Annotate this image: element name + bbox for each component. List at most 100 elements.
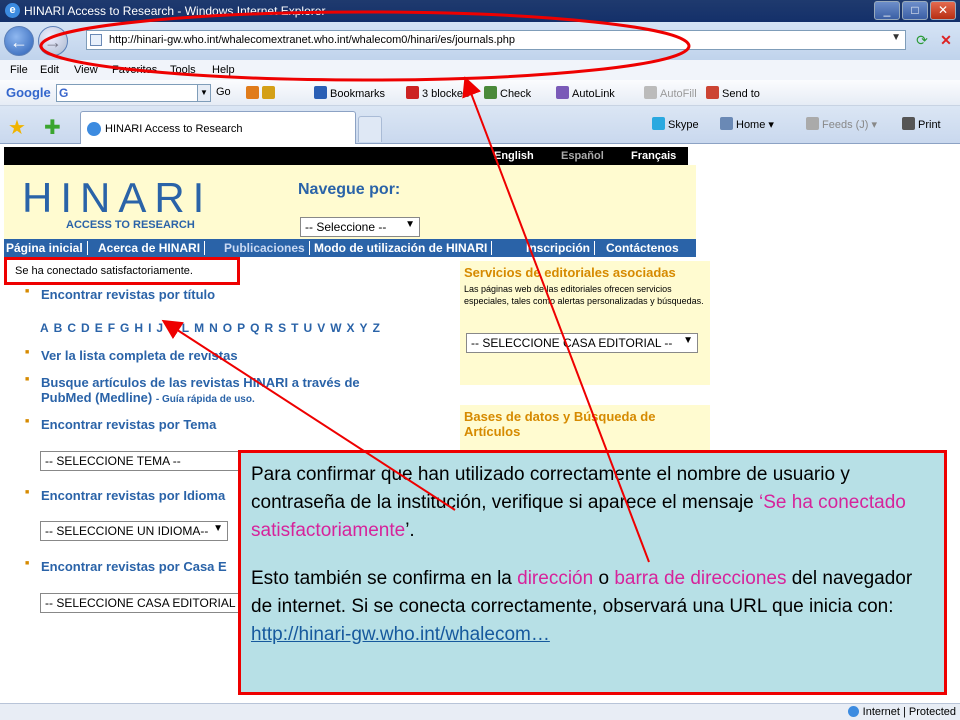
link-by-topic[interactable]: Encontrar revistas por Tema [25, 417, 216, 432]
maximize-button[interactable]: □ [902, 1, 928, 20]
nav-publicaciones[interactable]: Publicaciones [222, 241, 310, 255]
alphabet-letter-h[interactable]: H [134, 321, 145, 335]
alphabet-letter-g[interactable]: G [120, 321, 131, 335]
add-favorite-icon[interactable]: ✚ [44, 115, 61, 140]
alphabet-letter-y[interactable]: Y [360, 321, 370, 335]
nav-pagina-inicial[interactable]: Página inicial [4, 241, 88, 255]
forward-arrow-icon[interactable]: → [38, 26, 68, 56]
close-button[interactable]: ✕ [930, 1, 956, 20]
alphabet-letter-x[interactable]: X [347, 321, 357, 335]
alphabet-letter-q[interactable]: Q [250, 321, 261, 335]
send-to-button[interactable]: Send to [706, 86, 760, 100]
lang-espanol[interactable]: Español [561, 150, 604, 162]
alphabet-letter-i[interactable]: I [148, 321, 153, 335]
publisher-services-select[interactable]: -- SELECCIONE CASA EDITORIAL -- ▼ [466, 333, 698, 353]
google-search-input[interactable]: G [56, 84, 211, 102]
alphabet-letter-b[interactable]: B [54, 321, 65, 335]
navigation-bar: ← → http://hinari-gw.who.int/whalecomext… [0, 22, 960, 60]
pubmed-guide[interactable]: - Guía rápida de uso. [156, 394, 255, 405]
alphabet-letter-s[interactable]: S [278, 321, 288, 335]
alphabet-letter-r[interactable]: R [264, 321, 275, 335]
alphabet-letter-k[interactable]: K [168, 321, 179, 335]
alphabet-letter-u[interactable]: U [304, 321, 315, 335]
home-button[interactable]: Home ▾ [720, 117, 774, 131]
tab-hinari[interactable]: HINARI Access to Research [80, 111, 356, 144]
google-search-dropdown-icon[interactable]: ▼ [197, 84, 211, 102]
alphabet-letter-n[interactable]: N [209, 321, 220, 335]
link-full-list[interactable]: Ver la lista completa de revistas [25, 348, 238, 363]
annotation-link[interactable]: http://hinari-gw.who.int/whalecom… [251, 624, 550, 645]
alphabet-letter-w[interactable]: W [330, 321, 343, 335]
link-by-title[interactable]: Encontrar revistas por título [25, 287, 215, 302]
print-button[interactable]: Print [902, 117, 941, 131]
favorites-star-icon[interactable]: ★ [8, 115, 26, 140]
nav-acerca[interactable]: Acerca de HINARI [96, 241, 206, 255]
menu-bar: File Edit View Favorites Tools Help [0, 60, 960, 80]
nav-contactenos[interactable]: Contáctenos [604, 241, 683, 255]
alphabet-letter-c[interactable]: C [67, 321, 78, 335]
link-pubmed[interactable]: Busque artículos de las revistas HINARI … [25, 375, 360, 405]
alphabet-letter-e[interactable]: E [95, 321, 105, 335]
alphabet-letter-v[interactable]: V [317, 321, 327, 335]
publisher-select[interactable]: -- SELECCIONE CASA EDITORIAL [40, 593, 240, 613]
autofill-button[interactable]: AutoFill [644, 86, 697, 100]
refresh-icon[interactable]: ⟳ [912, 30, 932, 50]
alphabet-letter-d[interactable]: D [81, 321, 92, 335]
skype-button[interactable]: Skype [652, 117, 699, 131]
back-arrow-icon[interactable]: ← [4, 26, 34, 56]
alphabet-letter-j[interactable]: J [156, 321, 165, 335]
address-url[interactable]: http://hinari-gw.who.int/whalecomextrane… [109, 34, 515, 46]
alphabet-letter-p[interactable]: P [237, 321, 247, 335]
link-by-language[interactable]: Encontrar revistas por Idioma [25, 488, 225, 503]
new-tab-button[interactable] [358, 116, 382, 142]
alphabet-letter-f[interactable]: F [108, 321, 117, 335]
star-outline-icon [314, 86, 327, 99]
menu-file[interactable]: File [10, 64, 28, 76]
alphabet-letter-m[interactable]: M [194, 321, 206, 335]
language-select-value: -- SELECCIONE UN IDIOMA-- [45, 524, 209, 538]
login-success-notice: Se ha conectado satisfactoriamente. [4, 257, 240, 285]
chevron-down-icon: ▼ [213, 523, 223, 534]
lang-francais[interactable]: Français [631, 150, 676, 162]
address-dropdown-icon[interactable]: ▼ [891, 32, 901, 43]
toolbar-icons[interactable] [246, 86, 278, 100]
topic-select[interactable]: -- SELECCIONE TEMA -- [40, 451, 240, 471]
databases-title-line2: Artículos [464, 424, 521, 439]
alphabet-letter-o[interactable]: O [223, 321, 234, 335]
alphabet-letter-z[interactable]: Z [373, 321, 382, 335]
alphabet-letter-l[interactable]: L [182, 321, 191, 335]
menu-favorites[interactable]: Favorites [112, 64, 157, 76]
stop-icon[interactable]: ✕ [936, 30, 956, 50]
alphabet-letter-a[interactable]: A [40, 321, 51, 335]
menu-view[interactable]: View [74, 64, 98, 76]
databases-title: Bases de datos y Búsqueda de Artículos [464, 409, 655, 439]
lang-english[interactable]: English [494, 150, 534, 162]
feeds-button[interactable]: Feeds (J) ▾ [806, 117, 877, 131]
annotation-paragraph-1: Para confirmar que han utilizado correct… [251, 461, 934, 545]
menu-tools[interactable]: Tools [170, 64, 196, 76]
hinari-logo[interactable]: HINARI ACCESS TO RESEARCH [22, 177, 212, 232]
spellcheck-button[interactable]: Check [484, 86, 531, 100]
nav-modo-utilizacion[interactable]: Modo de utilización de HINARI [312, 241, 493, 255]
address-bar[interactable]: http://hinari-gw.who.int/whalecomextrane… [86, 30, 906, 50]
menu-help[interactable]: Help [212, 64, 235, 76]
popup-blocked-button[interactable]: 3 blocked [406, 86, 469, 100]
autolink-button[interactable]: AutoLink [556, 86, 615, 100]
publisher-services-title: Servicios de editoriales asociadas [464, 265, 676, 280]
navegue-select[interactable]: -- Seleccione -- ▼ [300, 217, 420, 237]
alphabet-letter-t[interactable]: T [291, 321, 300, 335]
security-zone[interactable]: Internet | Protected [847, 706, 956, 718]
minimize-button[interactable]: _ [874, 1, 900, 20]
bookmarks-button[interactable]: Bookmarks [314, 86, 385, 100]
globe-icon [847, 706, 859, 717]
print-label: Print [918, 119, 941, 131]
nav-inscripcion[interactable]: Inscripción [524, 241, 596, 255]
language-select[interactable]: -- SELECCIONE UN IDIOMA-- ▼ [40, 521, 228, 541]
feeds-icon [806, 117, 819, 130]
menu-edit[interactable]: Edit [40, 64, 59, 76]
google-go-button[interactable]: Go [216, 86, 231, 98]
annotation-paragraph-2: Esto también se confirma en la dirección… [251, 565, 934, 649]
topic-select-value: -- SELECCIONE TEMA -- [45, 454, 181, 468]
link-by-publisher[interactable]: Encontrar revistas por Casa E [25, 559, 227, 574]
bookmark-star-icon [262, 86, 275, 99]
